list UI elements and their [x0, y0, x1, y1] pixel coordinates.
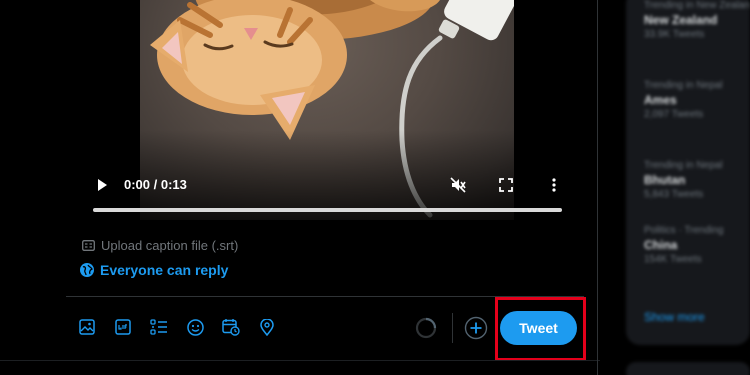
globe-icon [80, 263, 94, 277]
character-count-ring [415, 317, 437, 339]
tweet-button[interactable]: Tweet [500, 311, 577, 345]
reply-setting-button[interactable]: Everyone can reply [80, 262, 228, 278]
video-more-button[interactable] [545, 176, 562, 194]
video-gradient [140, 130, 514, 220]
mute-button[interactable] [449, 176, 467, 194]
toolbar-separator [452, 313, 453, 343]
reply-setting-label: Everyone can reply [100, 262, 229, 278]
add-image-button[interactable] [76, 316, 98, 338]
show-more-link[interactable]: Show more [644, 310, 705, 324]
trend-item[interactable]: Trending in New Zealand New Zealand 33.9… [644, 0, 750, 40]
gif-icon [115, 319, 131, 335]
emoji-icon [186, 318, 204, 336]
add-poll-button[interactable] [148, 316, 170, 338]
video-player[interactable]: 0:00 / 0:13 [93, 0, 562, 220]
play-icon [98, 179, 107, 191]
upload-caption-link[interactable]: Upload caption file (.srt) [82, 238, 238, 253]
schedule-icon [222, 319, 240, 336]
schedule-button[interactable] [220, 316, 242, 338]
trend-item[interactable]: Trending in Nepal Ames 2,097 Tweets [644, 80, 723, 120]
video-timestamp: 0:00 / 0:13 [124, 177, 187, 192]
composer-toolbar [76, 315, 278, 339]
trend-item[interactable]: Politics · Trending China 154K Tweets [644, 225, 723, 265]
kebab-menu-icon [552, 178, 556, 192]
composer-bottom-border [0, 360, 600, 361]
sidebar-next-card [626, 362, 750, 375]
tweet-composer: 0:00 / 0:13 Upload caption file (.srt) E… [0, 0, 600, 375]
add-gif-button[interactable] [112, 316, 134, 338]
caption-icon [82, 240, 95, 251]
poll-icon [150, 319, 167, 335]
add-emoji-button[interactable] [184, 316, 206, 338]
column-border [597, 0, 598, 375]
location-icon [260, 318, 274, 336]
muted-speaker-icon [450, 177, 466, 193]
video-scrubber[interactable] [93, 208, 562, 212]
add-location-button[interactable] [256, 316, 278, 338]
trends-sidebar: Trending in New Zealand New Zealand 33.9… [626, 0, 750, 345]
image-icon [79, 319, 95, 335]
progress-ring-icon [415, 317, 437, 339]
upload-caption-label: Upload caption file (.srt) [101, 238, 239, 253]
play-button[interactable] [93, 176, 111, 194]
fullscreen-button[interactable] [497, 176, 515, 194]
plus-circle-icon [464, 316, 488, 340]
fullscreen-icon [499, 178, 513, 192]
trend-item[interactable]: Trending in Nepal Bhutan 5,843 Tweets [644, 160, 723, 200]
add-tweet-button[interactable] [464, 316, 488, 340]
